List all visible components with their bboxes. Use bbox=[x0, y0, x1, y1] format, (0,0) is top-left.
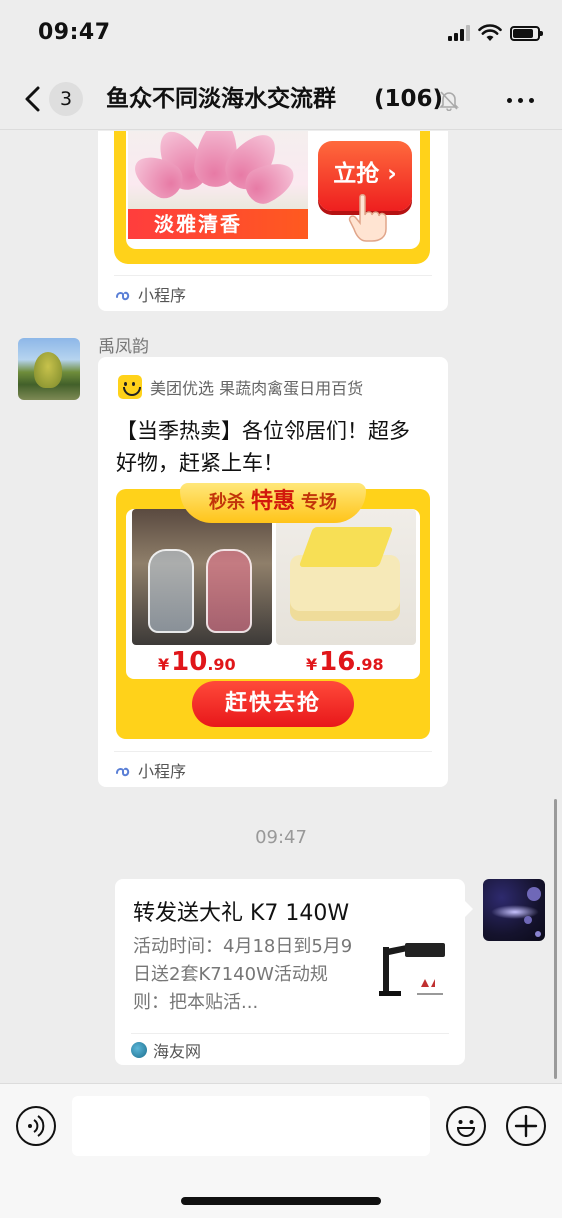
water-bottles-image bbox=[132, 509, 272, 645]
quilt-image bbox=[276, 509, 416, 645]
message-input[interactable] bbox=[72, 1096, 430, 1156]
pointing-hand-icon bbox=[348, 194, 387, 242]
mini-program-label: 小程序 bbox=[138, 761, 187, 781]
signal-icon bbox=[448, 25, 470, 41]
smiley-icon bbox=[456, 1120, 476, 1137]
plus-icon bbox=[514, 1114, 538, 1138]
haiyou-logo-icon bbox=[131, 1041, 147, 1058]
aquarium-light-thumbnail bbox=[379, 943, 445, 996]
chat-header: 3 鱼众不同淡海水交流群 (106) bbox=[0, 68, 562, 130]
my-avatar[interactable] bbox=[483, 879, 545, 941]
message-timestamp: 09:47 bbox=[255, 827, 307, 848]
app-source-name: 美团优选 果蔬肉禽蛋日用百货 bbox=[150, 379, 364, 398]
link-card-footer: 海友网 bbox=[131, 1033, 449, 1065]
home-indicator[interactable] bbox=[181, 1197, 381, 1205]
mini-program-footer: 小程序 bbox=[114, 275, 432, 311]
more-options-button[interactable] bbox=[507, 98, 534, 103]
voice-icon bbox=[28, 1115, 45, 1137]
emoji-button[interactable] bbox=[446, 1106, 486, 1146]
sender-name: 禹凤韵 bbox=[98, 337, 149, 357]
status-time: 09:47 bbox=[38, 20, 111, 45]
unread-count-badge[interactable]: 3 bbox=[49, 82, 83, 116]
link-share-card[interactable]: 转发送大礼 K7 140W 活动时间：4月18日到5月9日送2套K7140W活动… bbox=[115, 879, 473, 1065]
more-actions-button[interactable] bbox=[506, 1106, 546, 1146]
products-panel: ¥10.90 ¥16.98 bbox=[126, 509, 420, 679]
flower-label: 淡雅清香 bbox=[128, 209, 308, 239]
sender-avatar[interactable] bbox=[18, 338, 80, 400]
member-count: (106) bbox=[374, 86, 444, 112]
flash-sale-banner: ¥10.90 ¥16.98 秒杀 特惠 专场 赶快去抢 bbox=[116, 483, 430, 739]
mini-program-icon bbox=[116, 291, 130, 300]
meituan-logo-icon bbox=[118, 375, 142, 399]
scrollbar[interactable] bbox=[554, 799, 557, 1079]
wifi-icon bbox=[478, 24, 502, 41]
rush-buy-button[interactable]: 赶快去抢 bbox=[192, 681, 354, 727]
mini-program-icon bbox=[116, 767, 130, 776]
link-card-description: 活动时间：4月18日到5月9日送2套K7140W活动规则：把本贴活... bbox=[133, 936, 353, 1013]
battery-icon bbox=[510, 25, 543, 41]
app-source-row: 美团优选 果蔬肉禽蛋日用百货 bbox=[118, 375, 363, 399]
mute-bell-icon bbox=[439, 91, 459, 111]
price-quilt: ¥16.98 bbox=[306, 647, 384, 677]
status-icons bbox=[448, 24, 543, 42]
link-card-title: 转发送大礼 K7 140W bbox=[133, 901, 350, 926]
mini-program-footer: 小程序 bbox=[114, 751, 432, 787]
status-bar: 09:47 bbox=[0, 0, 562, 68]
flower-promo-banner: 淡雅清香 立抢 › bbox=[114, 131, 430, 264]
link-source-name: 海友网 bbox=[153, 1041, 202, 1061]
flash-sale-header: 秒杀 特惠 专场 bbox=[180, 483, 366, 523]
voice-input-button[interactable] bbox=[16, 1106, 56, 1146]
mini-program-label: 小程序 bbox=[138, 285, 187, 305]
price-bottles: ¥10.90 bbox=[158, 647, 236, 677]
mini-program-card-flowers[interactable]: 淡雅清香 立抢 › 小程序 bbox=[98, 131, 448, 311]
card-title: 【当季热卖】各位邻居们！超多好物，赶紧上车！ bbox=[116, 419, 410, 475]
chat-area[interactable]: 淡雅清香 立抢 › 小程序 禹凤韵 美团优选 果蔬肉禽蛋日用百货 【当季热卖】各… bbox=[0, 131, 562, 1083]
mini-program-card-meituan[interactable]: 美团优选 果蔬肉禽蛋日用百货 【当季热卖】各位邻居们！超多好物，赶紧上车！ ¥1… bbox=[98, 357, 448, 787]
chat-title: 鱼众不同淡海水交流群 bbox=[106, 86, 336, 112]
back-arrow-icon[interactable] bbox=[18, 84, 48, 114]
